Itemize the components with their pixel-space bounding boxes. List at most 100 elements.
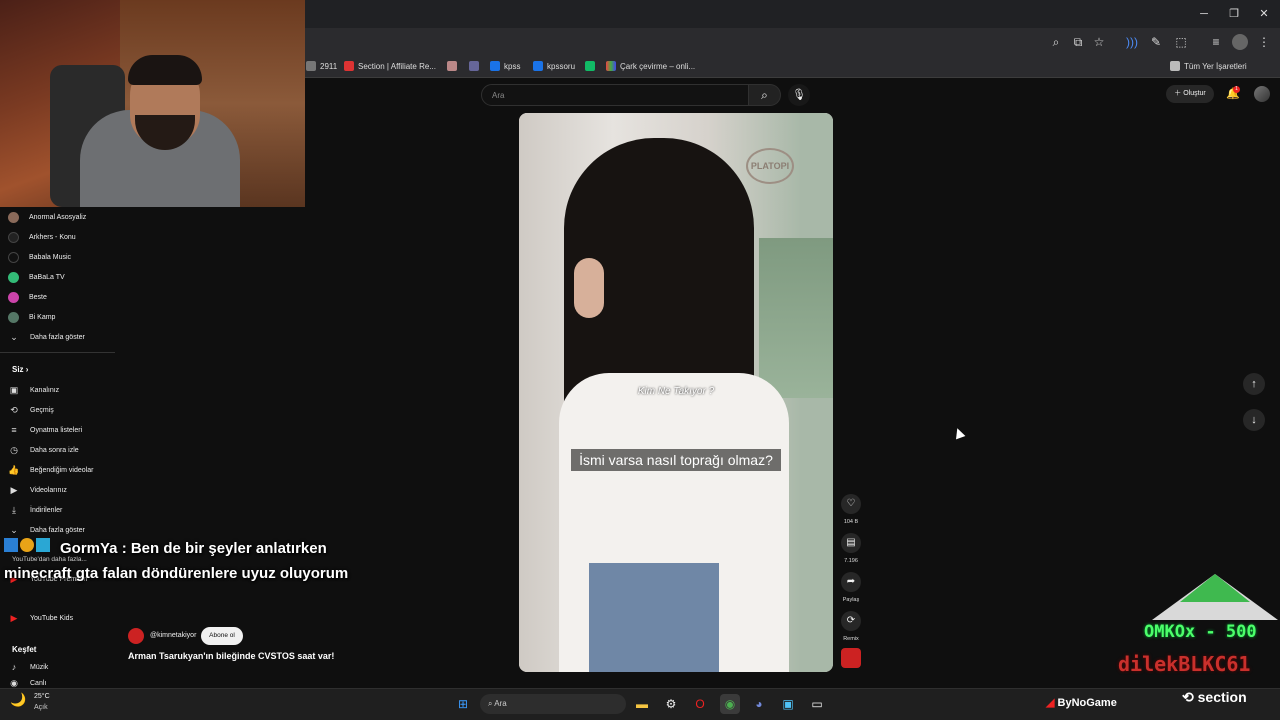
sidebar-item-history[interactable]: ⟲ Geçmiş [8, 401, 54, 419]
comment-icon: ▤ [846, 537, 856, 548]
install-icon[interactable]: ⧉ [1070, 34, 1086, 50]
arrow-up-icon: ↑ [1251, 378, 1257, 390]
terminal-icon[interactable]: ▭ [807, 694, 827, 714]
show-more-subscriptions[interactable]: ⌄ Daha fazla göster [8, 328, 85, 346]
app-window-icon[interactable]: ▣ [778, 694, 798, 714]
comments-button[interactable]: ▤ [841, 533, 861, 553]
start-button[interactable]: ⊞ [453, 694, 473, 714]
bynogame-logo-icon: ◢ [1046, 697, 1055, 709]
profile-icon[interactable] [1232, 34, 1248, 50]
pen-icon[interactable]: ✎ [1148, 34, 1164, 50]
video-subtitle: İsmi varsa nasıl toprağı olmaz? [571, 449, 781, 471]
bookmark-7[interactable] [585, 58, 595, 74]
bookmark-favicon-icon [306, 61, 316, 71]
voice-search-button[interactable]: 🎙 [788, 84, 810, 106]
channel-avatar [8, 251, 19, 263]
all-bookmarks[interactable]: Tüm Yer İşaretleri [1170, 58, 1247, 74]
playlist-icon: ≡ [11, 425, 17, 435]
bookmark-cark[interactable]: Çark çevirme – onli... [606, 58, 695, 74]
sidebar-item-downloads[interactable]: ⤓ İndirilenler [8, 501, 62, 519]
short-video-player[interactable]: PLATOPI Kim Ne Takıyor ? İsmi varsa nası… [519, 113, 833, 672]
close-icon[interactable]: ✕ [1256, 6, 1272, 22]
minimize-icon[interactable]: ─ [1196, 6, 1212, 22]
sidebar-item-liked[interactable]: 👍 Beğendiğim videolar [8, 461, 93, 479]
notification-badge: 1 [1233, 86, 1240, 93]
app-icon[interactable]: ⚙ [661, 694, 681, 714]
subscription-item[interactable]: BaBaLa TV [8, 268, 65, 286]
media-icon[interactable]: ≡ [1208, 34, 1224, 50]
remix-icon: ⟳ [846, 615, 856, 626]
bookmark-3[interactable] [447, 58, 457, 74]
watermark-logo: PLATOPI [746, 148, 794, 184]
video-face [574, 258, 604, 318]
previous-short-button[interactable]: ↑ [1243, 373, 1265, 395]
create-button[interactable]: ＋ Oluştur [1166, 85, 1214, 103]
search-input[interactable]: Ara [481, 84, 749, 106]
subscription-item[interactable]: Beste [8, 288, 47, 306]
youtube-kids-icon: ▶ [10, 613, 18, 623]
channel-avatar [8, 311, 19, 323]
channel-avatar[interactable] [128, 628, 144, 644]
sidebar-item-channel[interactable]: ▣ Kanalınız [8, 381, 59, 399]
sidebar-item-playlists[interactable]: ≡ Oynatma listeleri [8, 421, 82, 439]
next-short-button[interactable]: ↓ [1243, 409, 1265, 431]
bookmark-favicon-icon [585, 61, 595, 71]
person-hair [128, 55, 202, 85]
maximize-icon[interactable]: ❐ [1226, 6, 1242, 22]
you-section-title[interactable]: Siz › [12, 365, 28, 374]
arrow-down-icon: ↓ [1251, 414, 1257, 426]
bookmark-star-icon[interactable]: ☆ [1091, 34, 1107, 50]
sidebar-item-your-videos[interactable]: ▶ Videolarınız [8, 481, 67, 499]
menu-icon[interactable]: ⋮ [1256, 34, 1272, 50]
subscription-item[interactable]: Anormal Asosyaliz [8, 208, 86, 226]
sidebar-item-watch-later[interactable]: ◷ Daha sonra izle [8, 441, 79, 459]
bookmark-4[interactable] [469, 58, 479, 74]
chevron-down-icon: ⌄ [10, 525, 18, 535]
folder-icon [1170, 61, 1180, 71]
divider [0, 352, 115, 353]
subscription-item[interactable]: Babala Music [8, 248, 71, 266]
bookmark-favicon-icon [469, 61, 479, 71]
bookmark-kpssoru[interactable]: kpssoru [533, 58, 575, 74]
remix-button[interactable]: ⟳ [841, 611, 861, 631]
bookmark-kpss[interactable]: kpss [490, 58, 520, 74]
extension-wave-icon[interactable]: ))) [1124, 34, 1140, 50]
like-button[interactable]: ♡ [841, 494, 861, 514]
discord-icon[interactable]: ◕ [749, 694, 769, 714]
avatar[interactable] [1254, 86, 1270, 102]
goal-widget [1150, 572, 1280, 622]
taskbar-search[interactable]: ⌕ Ara [480, 694, 626, 714]
sidebar-item-music[interactable]: ♪ Müzik [8, 658, 49, 676]
weather-icon[interactable]: 🌙 [10, 692, 26, 708]
remix-label: Remix [843, 636, 859, 642]
video-jeans [589, 563, 719, 672]
zoom-icon[interactable]: ⌕ [1048, 34, 1064, 50]
goal-pyramid-icon [1152, 574, 1278, 620]
video-window-view [759, 238, 833, 398]
subscribe-button[interactable]: Abone ol [201, 627, 243, 645]
opera-icon[interactable]: O [690, 694, 710, 714]
thumbs-up-icon: 👍 [8, 465, 20, 475]
channel-handle[interactable]: @kimnetakiyor [150, 632, 196, 639]
sound-source-button[interactable] [841, 648, 861, 668]
live-icon: ◉ [10, 678, 18, 688]
mouse-cursor-icon [952, 426, 966, 440]
subscription-item[interactable]: Bi Kamp [8, 308, 55, 326]
short-title[interactable]: Arman Tsarukyan'ın bileğinde CVSTOS saat… [128, 651, 334, 661]
file-explorer-icon[interactable]: ▬ [632, 694, 652, 714]
bookmark-2911[interactable]: 2911 [306, 58, 337, 74]
sidebar-item-live[interactable]: ◉ Canlı [8, 678, 46, 688]
bookmark-section[interactable]: Section | Affiliate Re... [344, 58, 436, 74]
sidebar-item-kids[interactable]: ▶ YouTube Kids [8, 609, 74, 627]
channel-avatar [8, 291, 19, 303]
subscription-item[interactable]: Arkhers - Konu [8, 228, 76, 246]
sponsor-bynogame: ◢ ByNoGame [1046, 697, 1117, 709]
wheel-favicon-icon [606, 61, 616, 71]
extensions-icon[interactable]: ⬚ [1173, 34, 1189, 50]
share-button[interactable]: ➦ [841, 572, 861, 592]
weather-temp: 25°C [34, 693, 50, 700]
search-button[interactable]: ⌕ [749, 84, 781, 106]
webcam-overlay [0, 0, 305, 207]
doc-favicon-icon [490, 61, 500, 71]
chrome-icon[interactable]: ◉ [720, 694, 740, 714]
